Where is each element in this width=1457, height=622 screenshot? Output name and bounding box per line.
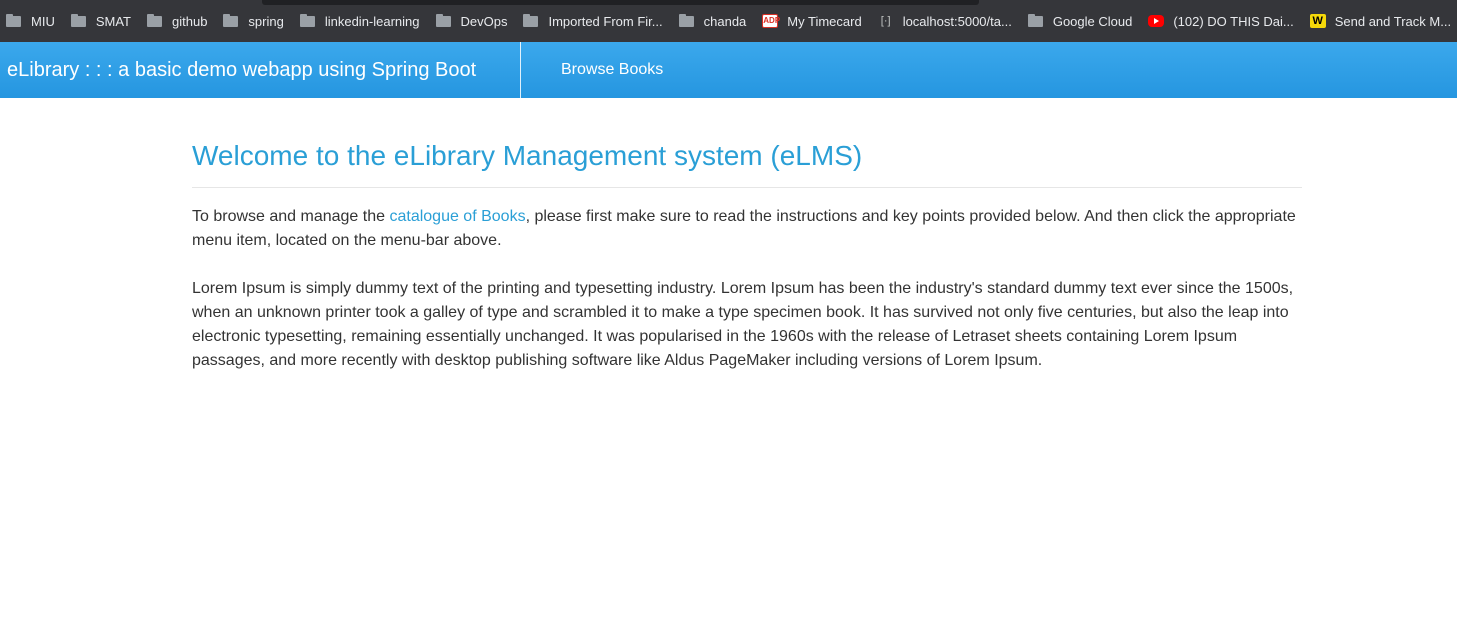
- bookmark-smat[interactable]: SMAT: [65, 14, 131, 29]
- folder-icon: [523, 14, 539, 28]
- folder-icon: [435, 14, 452, 28]
- folder-icon: [678, 14, 695, 28]
- folder-icon: [299, 14, 316, 28]
- bookmark-github[interactable]: github: [141, 14, 207, 29]
- bookmark-google-cloud[interactable]: Google Cloud: [1022, 13, 1133, 29]
- bookmark-devops[interactable]: DevOps: [430, 13, 508, 29]
- bookmarks-bar: MIU SMAT github spring linkedin-learning…: [0, 0, 1457, 42]
- bookmark-spring[interactable]: spring: [217, 13, 284, 29]
- bookmark-miu[interactable]: MIU: [0, 14, 55, 29]
- bookmark-label: DevOps: [460, 13, 508, 29]
- lorem-paragraph: Lorem Ipsum is simply dummy text of the …: [192, 280, 1294, 369]
- youtube-icon: [1148, 15, 1165, 27]
- intro-text-before: To browse and manage the: [192, 208, 390, 225]
- bookmark-label: (102) DO THIS Dai...: [1173, 13, 1294, 29]
- bookmark-label: Send and Track M...: [1334, 13, 1452, 29]
- localhost-icon: [·]: [880, 15, 891, 27]
- bookmark-label: SMAT: [95, 13, 131, 29]
- navbar-brand[interactable]: eLibrary : : : a basic demo webapp using…: [0, 42, 521, 98]
- adp-icon: ADP: [762, 14, 780, 28]
- bookmark-label: Imported From Fir...: [548, 13, 663, 29]
- main-content: Welcome to the eLibrary Management syste…: [192, 98, 1302, 373]
- title-divider: [192, 187, 1302, 188]
- folder-icon: [147, 14, 163, 28]
- folder-icon: [223, 14, 239, 28]
- bookmark-label: spring: [248, 13, 284, 29]
- bookmark-label: My Timecard: [787, 13, 862, 29]
- track-icon: W: [1309, 14, 1326, 28]
- browser-tab-strip: [262, 0, 979, 5]
- bookmark-label: github: [172, 13, 208, 29]
- folder-icon: [70, 14, 87, 28]
- bookmark-label: chanda: [703, 13, 747, 29]
- page-title: Welcome to the eLibrary Management syste…: [192, 140, 863, 171]
- browse-books-link[interactable]: Browse Books: [561, 61, 663, 79]
- bookmark-label: localhost:5000/ta...: [902, 13, 1012, 29]
- bookmark-youtube[interactable]: (102) DO THIS Dai...: [1142, 13, 1294, 29]
- bookmark-label: MIU: [31, 13, 55, 29]
- bookmark-send-and-track[interactable]: W Send and Track M...: [1304, 14, 1451, 29]
- app-navbar: eLibrary : : : a basic demo webapp using…: [0, 42, 1457, 98]
- bookmark-chanda[interactable]: chanda: [673, 13, 747, 29]
- bookmark-label: linkedin-learning: [324, 13, 420, 29]
- folder-icon: [6, 14, 22, 28]
- bookmark-localhost[interactable]: [·] localhost:5000/ta...: [872, 14, 1012, 29]
- bookmark-my-timecard[interactable]: ADP My Timecard: [756, 13, 862, 29]
- bookmark-linkedin-learning[interactable]: linkedin-learning: [294, 14, 420, 29]
- intro-paragraph: To browse and manage the catalogue of Bo…: [192, 205, 1302, 253]
- catalogue-link[interactable]: catalogue of Books: [389, 208, 525, 225]
- bookmark-imported-from-firefox[interactable]: Imported From Fir...: [517, 13, 663, 29]
- bookmark-label: Google Cloud: [1052, 13, 1133, 29]
- folder-icon: [1027, 14, 1044, 28]
